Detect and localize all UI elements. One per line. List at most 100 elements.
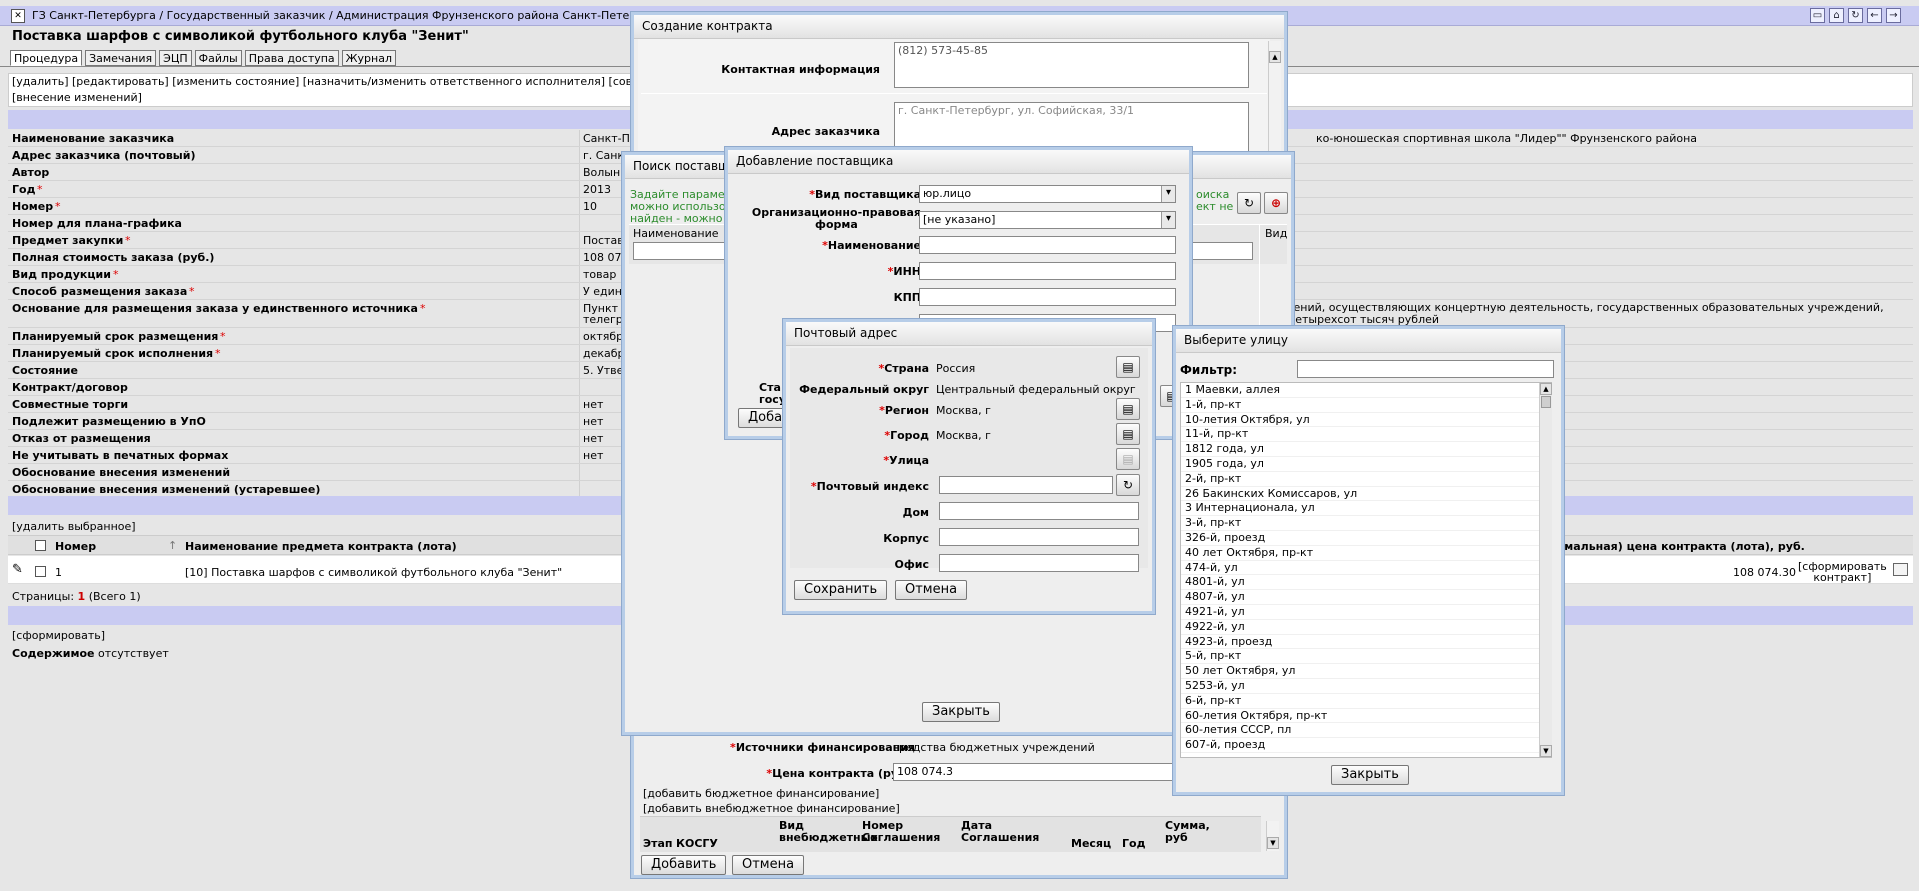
search-name-input[interactable] (633, 242, 733, 260)
street-filter-input[interactable] (1297, 360, 1554, 378)
legal-form-select[interactable]: [не указано] (919, 211, 1176, 229)
folder-icon[interactable]: ▭ (1810, 8, 1825, 23)
scroll-down-icon[interactable]: ▼ (1540, 745, 1552, 757)
refresh-icon[interactable]: ↻ (1116, 474, 1140, 496)
required-mark: * (420, 302, 426, 315)
search-extra-input[interactable] (1183, 242, 1253, 260)
list-item[interactable]: 1 Маевки, аллея (1181, 383, 1551, 398)
list-item[interactable]: 50 лет Октября, ул (1181, 664, 1551, 679)
district-value: Центральный федеральный округ (936, 383, 1136, 396)
list-item[interactable]: 1-й, пр-кт (1181, 398, 1551, 413)
house-input[interactable] (939, 502, 1139, 520)
col-sum: Сумма, руб (1165, 820, 1210, 844)
list-item[interactable]: 11-й, пр-кт (1181, 427, 1551, 443)
tab-remarks[interactable]: Замечания (85, 50, 157, 66)
price-input[interactable]: 108 074.3 (893, 763, 1175, 781)
supplier-kind-select[interactable]: юр.лицо (919, 185, 1176, 203)
delete-selected-link[interactable]: [удалить выбранное] (12, 520, 136, 533)
form-contract-link[interactable]: [сформировать контракт] (1798, 561, 1887, 583)
cancel-button[interactable]: Отмена (732, 855, 805, 875)
add-button[interactable]: Добавить (641, 855, 727, 875)
list-item[interactable]: 40 лет Октября, пр-кт (1181, 546, 1551, 561)
row-checkbox[interactable] (35, 566, 46, 577)
close-button[interactable]: Закрыть (1331, 765, 1409, 785)
book-icon[interactable]: ▤ (1116, 423, 1140, 445)
list-item[interactable]: 3-й, пр-кт (1181, 516, 1551, 531)
required-mark: * (37, 183, 43, 196)
list-item[interactable]: 4801-й, ул (1181, 575, 1551, 591)
property-label: Планируемый срок размещения (12, 330, 219, 343)
list-item[interactable]: 474-й, ул (1181, 561, 1551, 576)
street-label: *Улица (883, 454, 929, 467)
document-icon[interactable] (1893, 563, 1908, 576)
kpp-label: КПП (893, 291, 921, 304)
list-item[interactable]: 5253-й, ул (1181, 679, 1551, 694)
scroll-thumb[interactable] (1541, 396, 1551, 408)
form-link[interactable]: [сформировать] (12, 629, 105, 642)
edit-pen-icon[interactable]: ✎ (12, 562, 23, 577)
property-label: Отказ от размещения (12, 432, 151, 445)
contract-scrollbar[interactable]: ▲ (1268, 41, 1281, 163)
scroll-down-icon[interactable]: ▼ (1267, 837, 1279, 849)
supplier-name-input[interactable] (919, 236, 1176, 254)
street-list-scrollbar[interactable]: ▲ ▼ (1539, 383, 1552, 757)
current-page[interactable]: 1 (78, 590, 86, 603)
select-all-checkbox[interactable] (35, 540, 46, 551)
add-offbudget-link[interactable]: [добавить внебюджетное финансирование] (643, 802, 900, 815)
property-label: Обоснование внесения изменений (устаревш… (12, 483, 321, 496)
list-item[interactable]: 4922-й, ул (1181, 620, 1551, 635)
property-label: Полная стоимость заказа (руб.) (12, 251, 215, 264)
scroll-up-icon[interactable]: ▲ (1269, 51, 1281, 63)
cancel-button[interactable]: Отмена (895, 580, 968, 600)
table-scrollbar[interactable]: ▼ (1266, 821, 1279, 851)
forward-icon[interactable]: → (1886, 8, 1901, 23)
zip-input[interactable] (939, 476, 1113, 494)
list-item[interactable]: 607-й, проезд (1181, 738, 1551, 753)
list-item[interactable]: 1905 года, ул (1181, 457, 1551, 472)
contact-textarea[interactable]: (812) 573-45-85 (894, 42, 1249, 88)
list-item[interactable]: 4921-й, ул (1181, 605, 1551, 620)
district-label: Федеральный округ (799, 383, 929, 396)
region-label: *Регион (879, 404, 929, 417)
list-item[interactable]: 326-й, проезд (1181, 531, 1551, 546)
tab-signature[interactable]: ЭЦП (159, 50, 192, 66)
add-budget-link[interactable]: [добавить бюджетное финансирование] (643, 787, 879, 800)
col-lot-name[interactable]: Наименование предмета контракта (лота) (185, 540, 457, 553)
tab-files[interactable]: Файлы (194, 50, 242, 66)
sort-icon[interactable]: ↑ (168, 539, 177, 552)
list-item[interactable]: 26 Бакинских Комиссаров, ул (1181, 487, 1551, 502)
back-icon[interactable]: ← (1867, 8, 1882, 23)
refresh-icon[interactable]: ↻ (1237, 192, 1261, 214)
refresh-icon[interactable]: ↻ (1848, 8, 1863, 23)
building-input[interactable] (939, 528, 1139, 546)
list-item[interactable]: 2-й, пр-кт (1181, 472, 1551, 487)
book-icon[interactable]: ▤ (1116, 398, 1140, 420)
list-item[interactable]: 1812 года, ул (1181, 442, 1551, 457)
add-icon[interactable]: ⊕ (1264, 192, 1288, 214)
scroll-up-icon[interactable]: ▲ (1540, 383, 1552, 395)
save-button[interactable]: Сохранить (794, 580, 888, 600)
tab-journal[interactable]: Журнал (341, 50, 396, 66)
list-item[interactable]: 60-летия Октября, пр-кт (1181, 709, 1551, 724)
tab-access-rights[interactable]: Права доступа (244, 50, 339, 66)
list-item[interactable]: 10-летия Октября, ул (1181, 413, 1551, 428)
lot-name[interactable]: [10] Поставка шарфов с символикой футбол… (185, 566, 562, 579)
list-item[interactable]: 3 Интернационала, ул (1181, 501, 1551, 517)
book-icon[interactable]: ▤ (1116, 356, 1140, 378)
list-item[interactable]: 4923-й, проезд (1181, 635, 1551, 650)
list-item[interactable]: 4807-й, ул (1181, 590, 1551, 605)
col-number[interactable]: Номер (55, 540, 96, 553)
breadcrumb[interactable]: ГЗ Санкт-Петербурга / Государственный за… (32, 9, 632, 22)
home-icon[interactable]: ⌂ (1829, 8, 1844, 23)
country-value: Россия (936, 362, 976, 375)
tab-procedure[interactable]: Процедура (10, 50, 83, 66)
list-item[interactable]: 60-летия СССР, пл (1181, 723, 1551, 739)
office-input[interactable] (939, 554, 1139, 572)
book-icon[interactable]: ▤ (1116, 448, 1140, 470)
street-list: 1 Маевки, аллея 1-й, пр-кт 10-летия Октябр… (1180, 382, 1552, 758)
close-button[interactable]: Закрыть (922, 702, 1000, 722)
list-item[interactable]: 6-й, пр-кт (1181, 694, 1551, 709)
kpp-input[interactable] (919, 288, 1176, 306)
inn-input[interactable] (919, 262, 1176, 280)
list-item[interactable]: 5-й, пр-кт (1181, 649, 1551, 665)
